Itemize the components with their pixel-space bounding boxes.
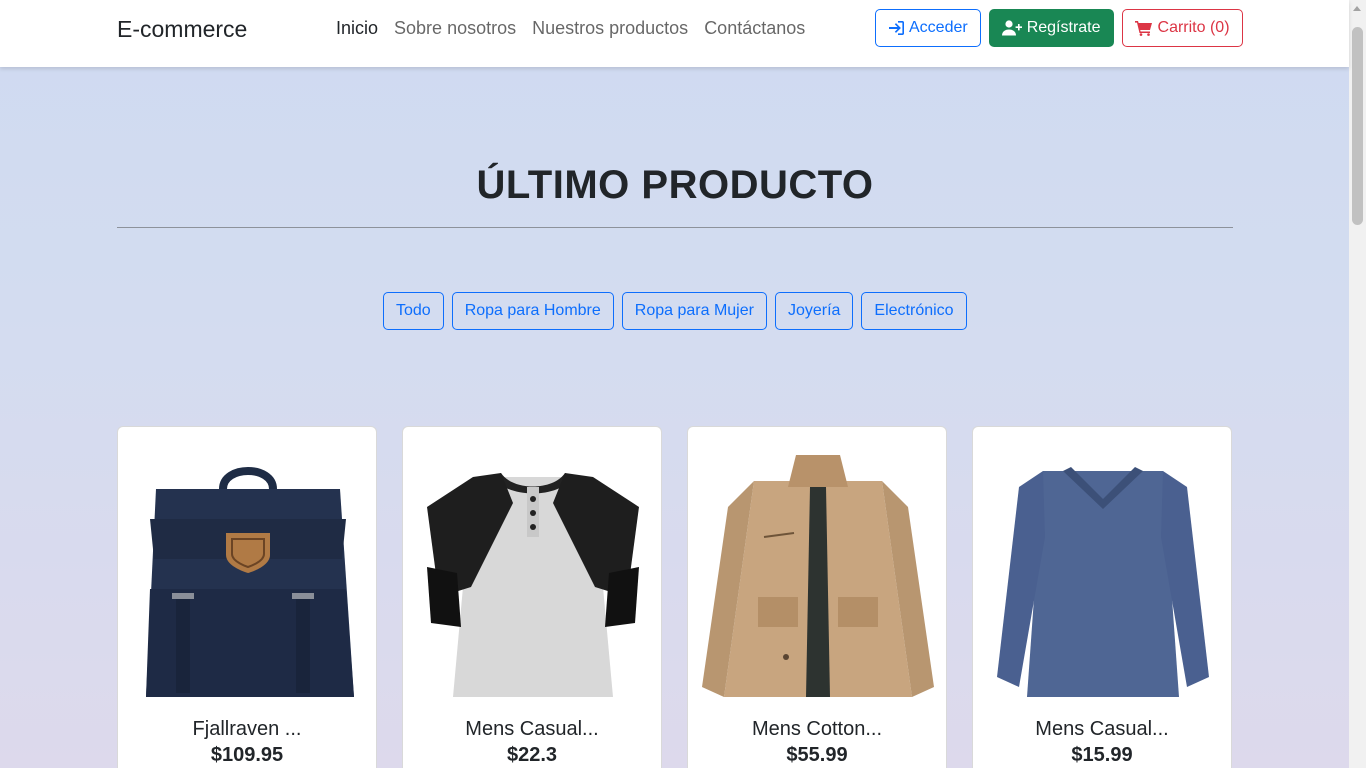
- product-card[interactable]: Mens Casual... $15.99: [972, 426, 1232, 768]
- filter-ropa-mujer-button[interactable]: Ropa para Mujer: [621, 292, 767, 330]
- product-title: Mens Cotton...: [751, 718, 883, 740]
- filter-electronico-button[interactable]: Electrónico: [861, 292, 967, 330]
- scroll-up-arrow-icon[interactable]: [1353, 6, 1361, 11]
- product-price: $55.99: [786, 744, 848, 766]
- jacket-product-image: [702, 455, 934, 697]
- tshirt-product-image: [427, 473, 639, 697]
- nav-actions: Acceder Regístrate Carrito (0): [875, 9, 1243, 47]
- section-title: ÚLTIMO PRODUCTO: [476, 163, 874, 207]
- product-card[interactable]: Mens Cotton... $55.99: [687, 426, 947, 768]
- cart-button[interactable]: Carrito (0): [1121, 9, 1243, 47]
- shopping-cart-icon: [1134, 20, 1153, 36]
- sign-in-icon: [888, 20, 904, 36]
- nav-links: Inicio Sobre nosotros Nuestros productos…: [336, 18, 805, 39]
- backpack-product-image: [146, 467, 354, 697]
- product-price: $15.99: [1071, 744, 1133, 766]
- brand-logo[interactable]: E-commerce: [117, 16, 247, 43]
- user-plus-icon: [1001, 20, 1022, 36]
- filter-todo-button[interactable]: Todo: [383, 292, 444, 330]
- product-title: Fjallraven ...: [192, 718, 302, 740]
- register-button[interactable]: Regístrate: [988, 9, 1114, 47]
- product-card[interactable]: Mens Casual... $22.3: [402, 426, 662, 768]
- product-grid: Fjallraven ... $109.95 Mens Casual... $2…: [117, 426, 1232, 768]
- nav-link-inicio[interactable]: Inicio: [336, 18, 378, 39]
- scroll-thumb[interactable]: [1352, 27, 1363, 225]
- filter-ropa-hombre-button[interactable]: Ropa para Hombre: [451, 292, 614, 330]
- nav-link-contactanos[interactable]: Contáctanos: [704, 18, 805, 39]
- section-divider: [117, 227, 1233, 228]
- login-button[interactable]: Acceder: [875, 9, 981, 47]
- nav-link-nuestros-productos[interactable]: Nuestros productos: [532, 18, 688, 39]
- product-title: Mens Casual...: [465, 718, 599, 740]
- category-filters: Todo Ropa para Hombre Ropa para Mujer Jo…: [383, 292, 967, 330]
- cart-label: Carrito (0): [1157, 19, 1230, 36]
- product-title: Mens Casual...: [1035, 718, 1169, 740]
- page-scrollbar[interactable]: [1349, 0, 1366, 768]
- product-price: $22.3: [506, 744, 558, 766]
- navbar: E-commerce Inicio Sobre nosotros Nuestro…: [0, 0, 1349, 67]
- nav-link-sobre-nosotros[interactable]: Sobre nosotros: [394, 18, 516, 39]
- product-price: $109.95: [210, 744, 284, 766]
- login-label: Acceder: [909, 19, 968, 36]
- product-card[interactable]: Fjallraven ... $109.95: [117, 426, 377, 768]
- register-label: Regístrate: [1026, 19, 1101, 36]
- long-sleeve-tshirt-product-image: [997, 467, 1209, 697]
- filter-joyeria-button[interactable]: Joyería: [774, 292, 854, 330]
